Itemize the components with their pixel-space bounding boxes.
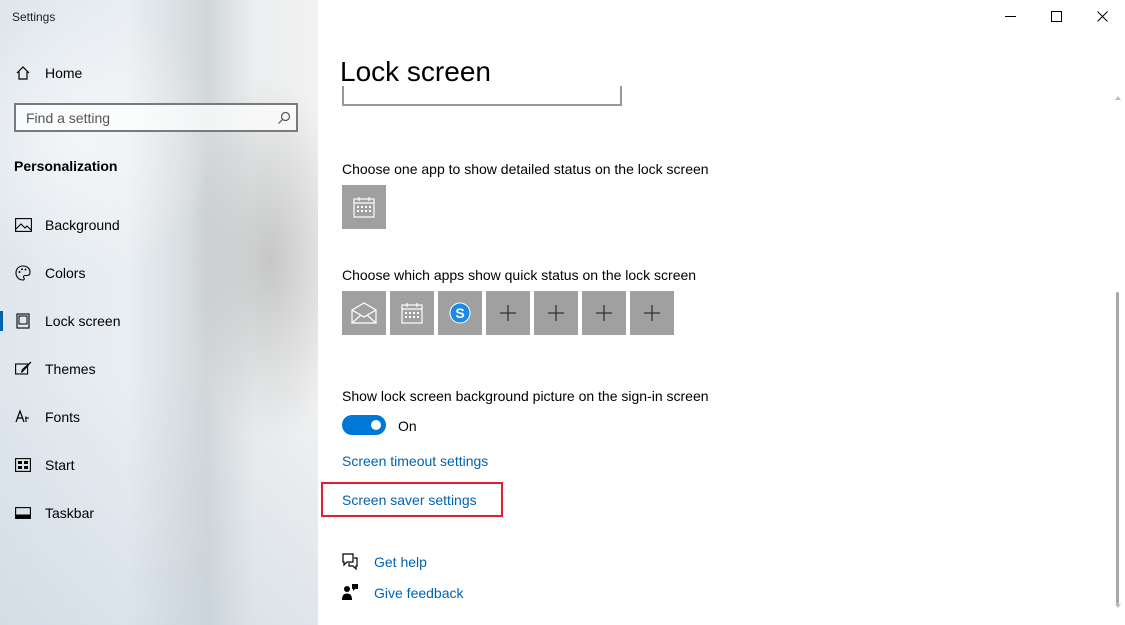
minimize-icon: [1004, 15, 1016, 17]
signin-background-label: Show lock screen background picture on t…: [342, 388, 709, 404]
sidebar-item-label: Colors: [45, 265, 86, 281]
detailed-status-app-tile[interactable]: [342, 185, 386, 229]
sidebar: Settings Home Personalization Background…: [0, 0, 318, 625]
quick-status-tile-mail[interactable]: [342, 291, 386, 335]
give-feedback-link[interactable]: Give feedback: [374, 585, 464, 601]
lock-screen-icon: [14, 312, 32, 330]
chat-help-icon: [341, 552, 359, 570]
toggle-state-label: On: [398, 418, 417, 434]
screen-saver-settings-link[interactable]: Screen saver settings: [342, 492, 477, 508]
quick-status-tile-calendar[interactable]: [390, 291, 434, 335]
scroll-up-icon[interactable]: [1115, 96, 1121, 100]
plus-icon: [548, 305, 564, 321]
detailed-status-label: Choose one app to show detailed status o…: [342, 161, 709, 177]
quick-status-tile-skype[interactable]: S: [438, 291, 482, 335]
sidebar-item-label: Fonts: [45, 409, 81, 425]
partial-dropdown[interactable]: [342, 86, 622, 106]
svg-text:S: S: [455, 305, 464, 321]
get-help-link[interactable]: Get help: [374, 554, 427, 570]
quick-status-label: Choose which apps show quick status on t…: [342, 267, 697, 283]
quick-status-tile-add-4[interactable]: [630, 291, 674, 335]
screen-timeout-settings-link[interactable]: Screen timeout settings: [342, 453, 488, 469]
minimize-button[interactable]: [987, 0, 1033, 32]
search-box[interactable]: [14, 103, 298, 132]
scrollbar-thumb[interactable]: [1116, 292, 1119, 604]
home-icon: [14, 64, 32, 82]
feedback-icon: [341, 583, 359, 601]
sidebar-item-label: Start: [45, 457, 75, 473]
window-title: Settings: [12, 10, 56, 24]
close-button[interactable]: [1079, 0, 1125, 32]
sidebar-item-colors[interactable]: Colors: [0, 253, 318, 293]
plus-icon: [644, 305, 660, 321]
sidebar-item-fonts[interactable]: Fonts: [0, 397, 318, 437]
vertical-scrollbar[interactable]: [1114, 96, 1122, 608]
sidebar-item-taskbar[interactable]: Taskbar: [0, 493, 318, 533]
sidebar-item-label: Themes: [45, 361, 96, 377]
sidebar-item-label: Background: [45, 217, 120, 233]
brush-icon: [14, 360, 32, 378]
scroll-down-icon[interactable]: [1115, 604, 1121, 608]
plus-icon: [596, 305, 612, 321]
font-icon: [14, 408, 32, 426]
taskbar-icon: [14, 504, 32, 522]
search-input[interactable]: [16, 108, 272, 127]
maximize-button[interactable]: [1033, 0, 1079, 32]
sidebar-item-label: Lock screen: [45, 313, 121, 329]
close-icon: [1096, 10, 1108, 22]
sidebar-item-label: Taskbar: [45, 505, 95, 521]
quick-status-tile-add-3[interactable]: [582, 291, 626, 335]
section-title: Personalization: [14, 158, 118, 174]
search-icon[interactable]: [272, 111, 296, 125]
maximize-icon: [1050, 10, 1062, 22]
picture-icon: [14, 216, 32, 234]
sidebar-item-lock-screen[interactable]: Lock screen: [0, 301, 318, 341]
page-title: Lock screen: [340, 56, 491, 87]
home-nav-item[interactable]: Home: [14, 62, 82, 84]
sidebar-item-themes[interactable]: Themes: [0, 349, 318, 389]
home-label: Home: [45, 65, 83, 81]
start-icon: [14, 456, 32, 474]
calendar-icon: [401, 303, 423, 324]
skype-icon: S: [449, 302, 471, 324]
quick-status-tile-add-1[interactable]: [486, 291, 530, 335]
toggle-knob: [371, 420, 381, 430]
sidebar-item-background[interactable]: Background: [0, 205, 318, 245]
palette-icon: [14, 264, 32, 282]
main-content: Lock screen Choose one app to show detai…: [318, 0, 1125, 625]
calendar-icon: [353, 197, 375, 218]
signin-background-toggle[interactable]: [342, 415, 386, 435]
quick-status-tile-add-2[interactable]: [534, 291, 578, 335]
mail-icon: [351, 302, 377, 324]
plus-icon: [500, 305, 516, 321]
sidebar-item-start[interactable]: Start: [0, 445, 318, 485]
